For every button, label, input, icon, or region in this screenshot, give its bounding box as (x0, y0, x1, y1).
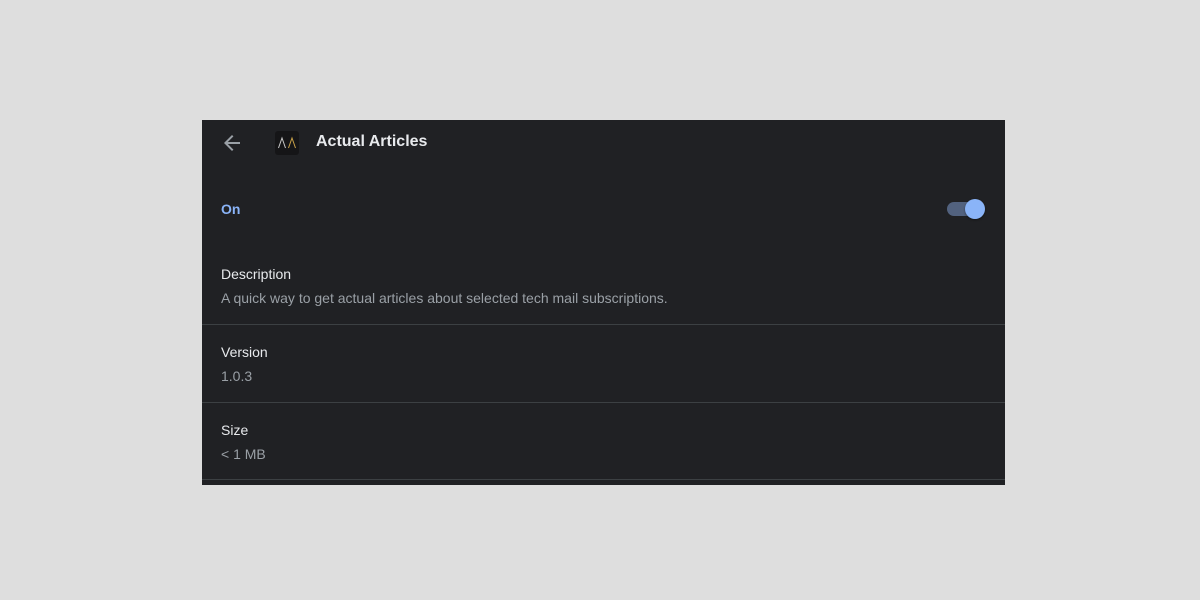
description-label: Description (221, 266, 292, 282)
version-row: Version 1.0.3 (202, 325, 1005, 402)
size-value: < 1 MB (221, 446, 266, 462)
enable-toggle-row: On (202, 190, 1005, 228)
header: Actual Articles (202, 120, 1005, 166)
extension-title: Actual Articles (316, 133, 428, 150)
extension-details-panel: Actual Articles On Description A quick w… (202, 120, 1005, 485)
version-value: 1.0.3 (221, 368, 253, 384)
extension-logo-icon (275, 131, 299, 155)
arrow-left-icon (220, 131, 244, 155)
description-row: Description A quick way to get actual ar… (202, 260, 1005, 324)
toggle-knob (965, 199, 985, 219)
version-label: Version (221, 344, 268, 360)
enable-toggle[interactable] (947, 199, 985, 219)
size-label: Size (221, 422, 249, 438)
divider (202, 479, 1005, 480)
toggle-status-label: On (221, 201, 241, 217)
back-button[interactable] (220, 131, 244, 155)
size-row: Size < 1 MB (202, 403, 1005, 479)
description-value: A quick way to get actual articles about… (221, 290, 668, 306)
